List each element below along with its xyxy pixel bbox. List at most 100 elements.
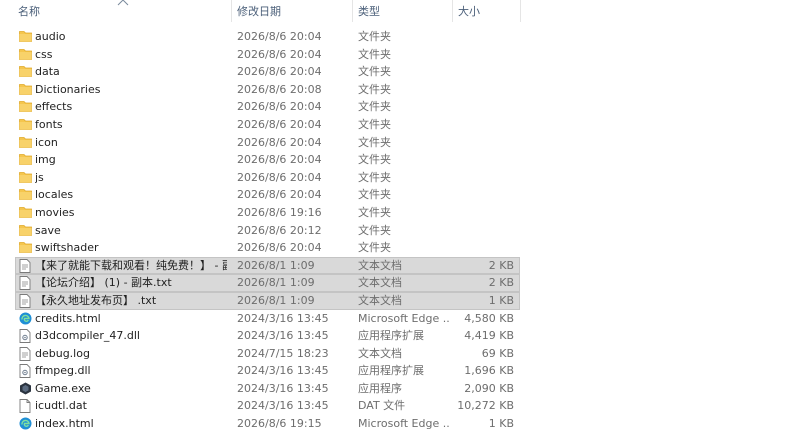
file-name: Dictionaries <box>35 82 101 96</box>
file-row[interactable]: index.html 2026/8/6 19:15 Microsoft Edge .… <box>0 415 800 431</box>
file-row[interactable]: css 2026/8/6 20:04 文件夹 <box>0 46 800 64</box>
file-row[interactable]: d3dcompiler_47.dll 2024/3/16 13:45 应用程序扩展 4… <box>0 327 800 345</box>
file-type: 文本文档 <box>358 293 402 307</box>
file-name: data <box>35 65 60 79</box>
file-type: 文件夹 <box>358 47 391 61</box>
file-type: 文本文档 <box>358 346 402 360</box>
file-type: 文件夹 <box>358 65 391 79</box>
file-row[interactable]: js 2026/8/6 20:04 文件夹 <box>0 169 800 187</box>
file-modified-date: 2026/8/6 20:04 <box>237 241 322 255</box>
folder-icon <box>19 98 33 116</box>
file-name: Game.exe <box>35 381 91 395</box>
file-name: icudtl.dat <box>35 399 87 413</box>
file-modified-date: 2026/8/6 19:16 <box>237 205 322 219</box>
file-modified-date: 2026/8/1 1:09 <box>237 258 315 272</box>
file-size: 2 KB <box>488 276 514 290</box>
file-size: 1 KB <box>488 417 514 431</box>
file-row[interactable]: Game.exe 2024/3/16 13:45 应用程序 2,090 KB <box>0 380 800 398</box>
file-modified-date: 2026/8/6 20:04 <box>237 153 322 167</box>
file-type: DAT 文件 <box>358 399 406 413</box>
file-modified-date: 2024/3/16 13:45 <box>237 311 329 325</box>
column-header-modified[interactable]: 修改日期 <box>237 0 349 23</box>
file-size <box>455 63 514 81</box>
file-row[interactable]: Dictionaries 2026/8/6 20:08 文件夹 <box>0 81 800 99</box>
file-row[interactable]: swiftshader 2026/8/6 20:04 文件夹 <box>0 239 800 257</box>
file-type: 应用程序扩展 <box>358 329 424 343</box>
file-modified-date: 2026/8/6 20:08 <box>237 82 322 96</box>
column-header-name[interactable]: 名称 <box>18 0 230 23</box>
file-size <box>455 204 514 222</box>
file-row[interactable]: locales 2026/8/6 20:04 文件夹 <box>0 186 800 204</box>
folder-icon <box>19 151 33 169</box>
file-row[interactable]: 【来了就能下载和观看！纯免费！】 - 副... 2026/8/1 1:09 文本文档… <box>0 256 800 275</box>
file-list: audio 2026/8/6 20:04 文件夹 css 2026/8/6 20:04 文… <box>0 28 800 431</box>
file-name: effects <box>35 100 73 114</box>
log-file-icon <box>19 345 33 363</box>
file-size <box>455 151 514 169</box>
file-size <box>455 239 514 257</box>
file-row[interactable]: 【永久地址发布页】 .txt 2026/8/1 1:09 文本文档 1 KB <box>0 291 800 310</box>
file-size <box>455 134 514 152</box>
file-row[interactable]: credits.html 2024/3/16 13:45 Microsoft Edg… <box>0 310 800 328</box>
column-divider[interactable] <box>520 0 521 22</box>
file-row[interactable]: icon 2026/8/6 20:04 文件夹 <box>0 134 800 152</box>
file-name: save <box>35 223 61 237</box>
column-divider[interactable] <box>352 0 353 22</box>
file-row[interactable]: effects 2026/8/6 20:04 文件夹 <box>0 98 800 116</box>
file-row[interactable]: audio 2026/8/6 20:04 文件夹 <box>0 28 800 46</box>
file-name: d3dcompiler_47.dll <box>35 329 140 343</box>
folder-icon <box>19 204 33 222</box>
file-modified-date: 2026/8/6 20:04 <box>237 30 322 43</box>
file-row[interactable]: save 2026/8/6 20:12 文件夹 <box>0 222 800 240</box>
file-modified-date: 2024/3/16 13:45 <box>237 364 329 378</box>
file-size <box>455 186 514 204</box>
file-row[interactable]: data 2026/8/6 20:04 文件夹 <box>0 63 800 81</box>
file-modified-date: 2024/3/16 13:45 <box>237 381 329 395</box>
file-type: Microsoft Edge ... <box>358 417 450 431</box>
file-size: 2 KB <box>488 258 514 272</box>
file-type: 文件夹 <box>358 30 391 43</box>
file-modified-date: 2026/8/6 20:04 <box>237 65 322 79</box>
file-row[interactable]: debug.log 2024/7/15 18:23 文本文档 69 KB <box>0 345 800 363</box>
file-type: 文件夹 <box>358 223 391 237</box>
file-modified-date: 2026/8/6 20:04 <box>237 100 322 114</box>
dat-file-icon <box>19 397 33 415</box>
file-modified-date: 2026/8/1 1:09 <box>237 276 315 290</box>
file-name: audio <box>35 30 66 43</box>
column-divider[interactable] <box>452 0 453 22</box>
file-explorer-window: 名称 修改日期 类型 大小 audio 2026/8/6 20:04 文件夹 css 2… <box>0 0 800 431</box>
file-size: 69 KB <box>481 346 514 360</box>
file-type: 文本文档 <box>358 276 402 290</box>
file-size: 2,090 KB <box>464 381 514 395</box>
file-row[interactable]: movies 2026/8/6 19:16 文件夹 <box>0 204 800 222</box>
file-row[interactable]: fonts 2026/8/6 20:04 文件夹 <box>0 116 800 134</box>
file-type: 文件夹 <box>358 82 391 96</box>
dll-file-icon <box>19 362 33 380</box>
file-row[interactable]: 【论坛介绍】 (1) - 副本.txt 2026/8/1 1:09 文本文档 2 KB <box>0 274 800 292</box>
file-modified-date: 2026/8/6 20:04 <box>237 117 322 131</box>
file-modified-date: 2026/8/6 20:04 <box>237 47 322 61</box>
file-size <box>455 28 514 46</box>
column-divider[interactable] <box>231 0 232 22</box>
file-modified-date: 2024/7/15 18:23 <box>237 346 329 360</box>
file-modified-date: 2024/3/16 13:45 <box>237 329 329 343</box>
file-size: 4,419 KB <box>464 329 514 343</box>
file-name: 【论坛介绍】 (1) - 副本.txt <box>35 276 172 290</box>
column-header-type[interactable]: 类型 <box>358 0 451 23</box>
file-row[interactable]: ffmpeg.dll 2024/3/16 13:45 应用程序扩展 1,696 KB <box>0 362 800 380</box>
file-type: 文件夹 <box>358 241 391 255</box>
file-modified-date: 2024/3/16 13:45 <box>237 399 329 413</box>
file-modified-date: 2026/8/6 20:04 <box>237 135 322 149</box>
folder-icon <box>19 116 33 134</box>
column-header-size[interactable]: 大小 <box>458 0 520 23</box>
file-name: locales <box>35 188 74 202</box>
file-modified-date: 2026/8/6 20:04 <box>237 188 322 202</box>
file-row[interactable]: img 2026/8/6 20:04 文件夹 <box>0 151 800 169</box>
file-name: css <box>35 47 53 61</box>
file-type: 文件夹 <box>358 170 391 184</box>
column-header-bar: 名称 修改日期 类型 大小 <box>0 0 800 23</box>
file-type: 文件夹 <box>358 117 391 131</box>
file-type: 应用程序扩展 <box>358 364 424 378</box>
file-size: 10,272 KB <box>457 399 514 413</box>
file-row[interactable]: icudtl.dat 2024/3/16 13:45 DAT 文件 10,272 KB <box>0 397 800 415</box>
